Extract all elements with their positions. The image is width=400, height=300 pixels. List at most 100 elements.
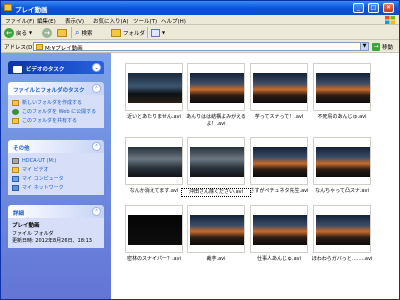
file-item[interactable]: 密林のスナイパー？.avi	[125, 205, 185, 269]
place-label: マイ ネットワーク	[22, 185, 64, 191]
thumbnail-frame	[125, 137, 183, 185]
file-item[interactable]: さすがペチュネタ先生.avi	[249, 137, 310, 201]
file-name-label: あんりはは結構よみがえるよ！.avi	[186, 114, 246, 127]
views-button[interactable]: ▼	[151, 27, 165, 38]
video-thumbnail-image	[253, 73, 307, 103]
menu-favorites[interactable]: お気に入り(A)	[93, 17, 129, 25]
toolbar-separator	[147, 27, 148, 38]
collapse-chevron-icon[interactable]: ⌃	[92, 84, 101, 93]
task-pane: ビデオのタスク ⌄ ファイルとフォルダのタスク ⌃ 新しいフォルダを作成する こ…	[1, 53, 111, 299]
forward-arrow-icon: →	[42, 27, 52, 38]
video-thumbnail-image	[253, 215, 307, 245]
thumbnail-frame	[250, 137, 308, 185]
minimize-button[interactable]: _	[353, 3, 364, 13]
menu-file[interactable]: ファイル(F)	[5, 17, 34, 25]
search-button[interactable]: ⌕ 検索	[75, 27, 93, 38]
up-folder-button[interactable]	[57, 27, 67, 38]
chevron-down-icon: ▼	[162, 30, 166, 35]
views-icon	[151, 28, 160, 37]
file-item[interactable]: なんちゃって凸スナ.avi	[313, 137, 373, 201]
folder-icon	[4, 4, 12, 11]
task-publish-web[interactable]: このフォルダを Web に公開する	[12, 107, 100, 116]
video-thumbnail-image	[316, 73, 370, 103]
other-places-header[interactable]: その他 ⌃	[8, 140, 104, 153]
menu-edit[interactable]: 編集(E)	[37, 17, 56, 25]
chevron-down-icon[interactable]: ▼	[360, 43, 368, 50]
file-tasks-header[interactable]: ファイルとフォルダのタスク ⌃	[8, 82, 104, 95]
file-name-label: 不死鳥のあんじゅ.avi	[317, 114, 367, 120]
forward-button[interactable]: →	[42, 27, 52, 38]
file-item[interactable]: 近いとあたりません.avi	[125, 63, 185, 127]
thumbnail-frame	[187, 137, 245, 185]
other-places-title: その他	[13, 146, 30, 152]
details-name: プレイ動画	[12, 223, 40, 229]
video-thumbnail-image	[128, 147, 182, 177]
video-thumbnail-image	[128, 73, 182, 103]
task-label: このフォルダを Web に公開する	[22, 109, 97, 115]
video-thumbnail-image	[190, 147, 244, 177]
maximize-button[interactable]: □	[368, 3, 379, 13]
details-modified: 更新日時: 2012年8月26日、18:13	[12, 238, 92, 244]
thumbnail-frame	[313, 137, 371, 185]
file-item[interactable]: なんか消えてます.avi	[125, 137, 185, 201]
file-item[interactable]: あんりはは結構よみがえるよ！.avi	[186, 63, 247, 127]
file-item[interactable]: 沖田さん隊ください.avi	[181, 137, 251, 201]
address-input[interactable]: M:¥プレイ動画 ▼	[33, 42, 369, 52]
details-type: ファイル フォルダ	[12, 231, 54, 237]
thumbnail-frame	[125, 63, 183, 111]
collapse-chevron-icon[interactable]: ⌃	[92, 142, 101, 151]
thumbnail-frame	[250, 63, 308, 111]
thumbnail-frame	[187, 205, 245, 253]
menu-bar: ファイル(F) 編集(E) 表示(V) お気に入り(A) ツール(T) ヘルプ(…	[1, 15, 399, 25]
video-tasks-header[interactable]: ビデオのタスク ⌄	[8, 61, 104, 74]
collapse-chevron-icon[interactable]: ⌃	[92, 207, 101, 216]
new-folder-icon	[12, 99, 19, 106]
search-label: 検索	[81, 30, 93, 37]
menu-view[interactable]: 表示(V)	[65, 17, 84, 25]
details-section: 詳細 ⌃ プレイ動画 ファイル フォルダ 更新日時: 2012年8月26日、18…	[8, 205, 104, 248]
details-header[interactable]: 詳細 ⌃	[8, 205, 104, 218]
task-new-folder[interactable]: 新しいフォルダを作成する	[12, 98, 100, 107]
place-my-network[interactable]: マイ ネットワーク	[12, 183, 100, 192]
toolbar-separator	[71, 27, 72, 38]
explorer-window: プレイ動画 _ □ ✕ ファイル(F) 編集(E) 表示(V) お気に入り(A)…	[0, 0, 400, 300]
task-share-folder[interactable]: このフォルダを共有する	[12, 116, 100, 125]
place-label: マイ コンピュータ	[22, 176, 64, 182]
file-tasks-section: ファイルとフォルダのタスク ⌃ 新しいフォルダを作成する このフォルダを Web…	[8, 82, 104, 128]
place-my-videos[interactable]: マイ ビデオ	[12, 165, 100, 174]
file-item[interactable]: 仕事人あんじゅ.avi	[250, 205, 310, 269]
other-places-list: HDCA-UT (M:) マイ ビデオ マイ コンピュータ マイ ネットワーク	[8, 153, 104, 195]
file-item[interactable]: 裁芋.avi	[187, 205, 247, 269]
file-name-label: ほわわらガバっと……..avi	[311, 256, 373, 262]
share-folder-icon	[12, 117, 19, 124]
file-name-label: 仕事人あんじゅ.avi	[256, 256, 301, 262]
video-thumbnail-image	[316, 215, 370, 245]
place-drive-m[interactable]: HDCA-UT (M:)	[12, 156, 100, 165]
video-thumbnail-image	[253, 147, 307, 177]
expand-chevron-icon[interactable]: ⌄	[92, 63, 101, 72]
back-button[interactable]: ← 戻る ▼	[4, 27, 32, 38]
folders-label: フォルダ	[123, 30, 146, 37]
close-button[interactable]: ✕	[383, 3, 394, 13]
go-label: 移動	[382, 44, 394, 51]
file-item[interactable]: 不死鳥のあんじゅ.avi	[313, 63, 373, 127]
window-title: プレイ動画	[15, 6, 48, 14]
file-item[interactable]: ほわわらガバっと……..avi	[312, 205, 373, 269]
menu-help[interactable]: ヘルプ(H)	[161, 17, 186, 25]
menu-tools[interactable]: ツール(T)	[133, 17, 157, 25]
file-name-label: なんか消えてます.avi	[129, 188, 179, 194]
file-name-label: 裁芋.avi	[206, 256, 226, 262]
back-label: 戻る	[16, 30, 28, 37]
folders-button[interactable]: フォルダ	[111, 27, 145, 38]
details-title: 詳細	[13, 211, 25, 217]
other-places-section: その他 ⌃ HDCA-UT (M:) マイ ビデオ マイ コンピュータ マイ ネ…	[8, 140, 104, 195]
go-button[interactable]: → 移動	[372, 42, 393, 51]
title-bar[interactable]: プレイ動画 _ □ ✕	[1, 1, 399, 15]
network-icon	[12, 184, 19, 191]
details-body: プレイ動画 ファイル フォルダ 更新日時: 2012年8月26日、18:13	[8, 218, 104, 248]
folders-icon	[111, 28, 121, 37]
task-label: このフォルダを共有する	[22, 118, 78, 124]
place-my-computer[interactable]: マイ コンピュータ	[12, 174, 100, 183]
file-view[interactable]: 近いとあたりません.avi あんりはは結構よみがえるよ！.avi 芋ってスナって！.…	[111, 53, 399, 299]
file-item[interactable]: 芋ってスナって！.avi	[250, 63, 310, 127]
